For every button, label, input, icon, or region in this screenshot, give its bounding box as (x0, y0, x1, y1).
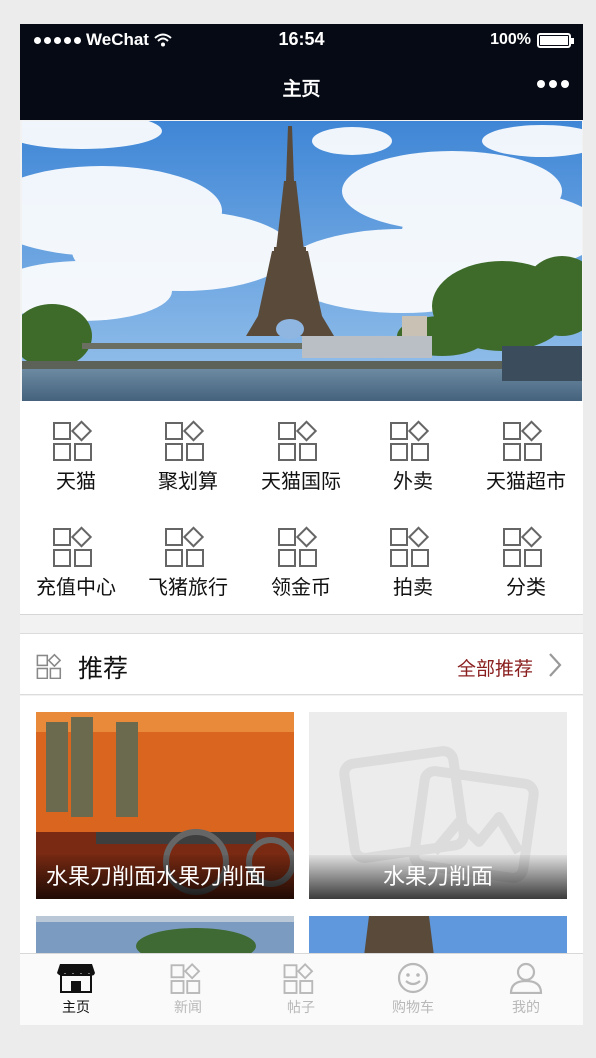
card-image (36, 916, 294, 956)
bottom-tab-bar: 主页 新闻 帖子 购物车 我的 (20, 953, 583, 1025)
grid-shape-icon (165, 526, 205, 567)
banner-carousel[interactable] (22, 121, 582, 401)
battery-icon (537, 32, 574, 48)
recommend-header: 推荐 全部推荐 (20, 633, 583, 695)
grid-shape-icon (390, 526, 430, 567)
recommend-card[interactable] (309, 916, 567, 956)
grid-item-juhuasuan[interactable]: 聚划算 (132, 419, 244, 494)
tab-profile[interactable]: 我的 (470, 962, 582, 1017)
grid-shape-icon (170, 963, 201, 994)
status-battery: 100% (490, 31, 574, 49)
grid-item-tmall-global[interactable]: 天猫国际 (245, 419, 357, 494)
tab-label: 主页 (62, 999, 90, 1015)
tab-news[interactable]: 新闻 (132, 962, 244, 1017)
user-icon (509, 962, 543, 994)
battery-percent: 100% (490, 31, 531, 48)
grid-shape-icon (503, 526, 543, 567)
tab-label: 帖子 (287, 999, 315, 1015)
grid-item-takeout[interactable]: 外卖 (357, 419, 469, 494)
recommend-list: 水果刀削面水果刀削面 水果刀削面 (20, 696, 583, 956)
grid-item-label: 天猫国际 (261, 471, 341, 493)
top-bar: WeChat 16:54 100% 主页 (20, 24, 583, 120)
grid-item-tmall[interactable]: 天猫 (20, 419, 132, 494)
tab-label: 购物车 (392, 999, 434, 1015)
all-recommend-link[interactable]: 全部推荐 (457, 654, 533, 681)
category-grid: 天猫 聚划算 天猫国际 外卖 天猫超市 充值中心 飞猪旅行 领金币 拍卖 分类 (20, 401, 583, 615)
tab-label: 我的 (512, 999, 540, 1015)
grid-shape-icon (53, 526, 93, 567)
grid-shape-icon (283, 963, 314, 994)
grid-shape-icon (278, 526, 318, 567)
tab-home[interactable]: 主页 (20, 962, 132, 1017)
grid-item-tmall-supermarket[interactable]: 天猫超市 (470, 419, 582, 494)
card-caption: 水果刀削面水果刀削面 (36, 855, 294, 899)
recommend-card[interactable] (36, 916, 294, 956)
page-title: 主页 (282, 79, 321, 100)
recommend-title: 推荐 (78, 655, 129, 683)
tab-cart[interactable]: 购物车 (357, 962, 469, 1017)
tab-label: 新闻 (174, 999, 202, 1015)
grid-shape-icon (278, 420, 318, 461)
grid-item-label: 飞猪旅行 (148, 577, 228, 599)
grid-shape-icon (390, 420, 430, 461)
grid-item-fliggy[interactable]: 飞猪旅行 (132, 525, 244, 600)
grid-item-categories[interactable]: 分类 (470, 525, 582, 600)
shop-icon (57, 964, 95, 993)
recommend-card[interactable]: 水果刀削面水果刀削面 (36, 712, 294, 899)
more-menu-button[interactable] (537, 80, 569, 88)
grid-item-auction[interactable]: 拍卖 (357, 525, 469, 600)
grid-item-label: 领金币 (271, 577, 331, 599)
grid-item-label: 外卖 (393, 471, 433, 493)
banner-image (22, 121, 582, 401)
card-image (309, 916, 567, 956)
grid-item-label: 天猫 (56, 471, 96, 493)
grid-item-coins[interactable]: 领金币 (245, 525, 357, 600)
grid-item-label: 天猫超市 (486, 471, 566, 493)
grid-shape-icon (53, 420, 93, 461)
grid-item-label: 拍卖 (393, 577, 433, 599)
grid-item-label: 充值中心 (36, 577, 116, 599)
tab-posts[interactable]: 帖子 (245, 962, 357, 1017)
phone-screen: WeChat 16:54 100% 主页 天猫 聚划算 天猫国际 外卖 天猫超市… (20, 24, 583, 1025)
grid-item-label: 聚划算 (158, 471, 218, 493)
recommend-card[interactable]: 水果刀削面 (309, 712, 567, 899)
card-caption: 水果刀削面 (309, 855, 567, 899)
grid-shape-icon (165, 420, 205, 461)
grid-shape-icon (36, 653, 62, 679)
grid-shape-icon (503, 420, 543, 461)
grid-item-recharge[interactable]: 充值中心 (20, 525, 132, 600)
smiley-icon (397, 962, 429, 994)
grid-item-label: 分类 (506, 577, 546, 599)
chevron-right-icon[interactable] (547, 652, 563, 678)
